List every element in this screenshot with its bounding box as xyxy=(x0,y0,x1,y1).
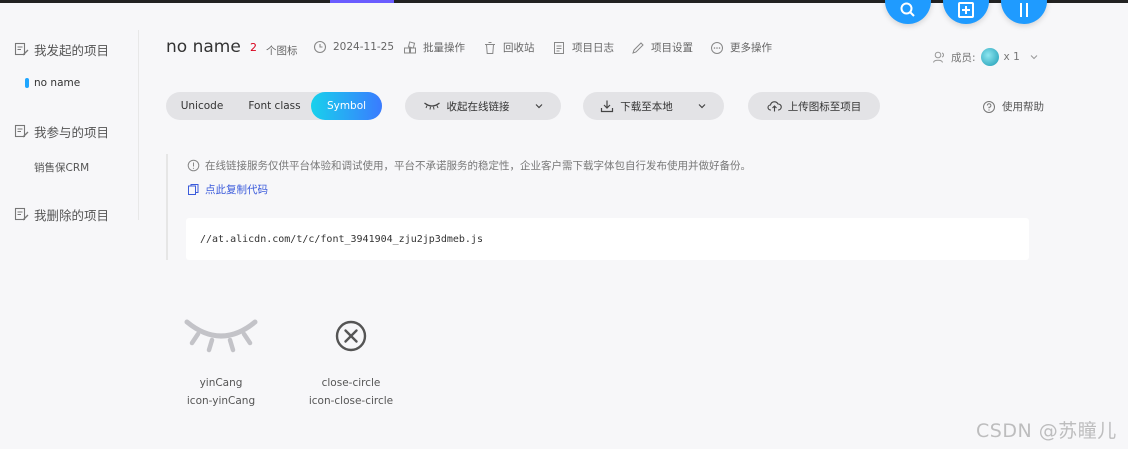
sidebar-deleted-projects[interactable]: 我删除的项目 xyxy=(14,205,109,224)
icon-card-yincang[interactable]: yinCang icon-yinCang xyxy=(156,304,286,407)
created-date-label: 2024-11-25 xyxy=(333,41,395,53)
closed-eye-icon xyxy=(184,319,258,353)
sidebar-item-label: 销售保CRM xyxy=(34,162,90,174)
document-edit-icon xyxy=(14,42,29,56)
sidebar-divider xyxy=(138,30,139,220)
help-link[interactable]: 使用帮助 xyxy=(982,99,1044,114)
service-notice: 在线链接服务仅供平台体验和调试使用，平台不承诺服务的稳定性，企业客户需下载字体包… xyxy=(187,158,751,173)
sidebar-item-crm[interactable]: 销售保CRM xyxy=(34,160,89,175)
icon-name: yinCang xyxy=(199,377,243,389)
icon-name: close-circle xyxy=(321,377,381,389)
close-circle-icon xyxy=(335,320,367,352)
sidebar-deleted-projects-label: 我删除的项目 xyxy=(34,208,110,223)
more-operations-label: 更多操作 xyxy=(730,42,772,54)
info-circle-icon xyxy=(187,159,200,172)
recycle-bin-label: 回收站 xyxy=(503,42,535,54)
document-edit-icon xyxy=(14,124,29,138)
members-count: x 1 xyxy=(1003,51,1020,63)
closed-eye-icon xyxy=(423,102,440,110)
code-snippet-text: //at.alicdn.com/t/c/font_3941904_zju2jp3… xyxy=(200,233,483,245)
batch-operation-button[interactable]: 批量操作 xyxy=(403,40,465,55)
service-notice-text: 在线链接服务仅供平台体验和调试使用，平台不承诺服务的稳定性，企业客户需下载字体包… xyxy=(205,160,751,172)
members-selector[interactable]: 成员: x 1 xyxy=(932,48,1039,66)
top-bar-accent xyxy=(330,0,394,3)
icon-card-close-circle[interactable]: close-circle icon-close-circle xyxy=(286,304,416,407)
icon-preview xyxy=(184,304,258,368)
sidebar-joined-projects-label: 我参与的项目 xyxy=(34,125,110,140)
add-box-icon xyxy=(958,2,974,18)
tab-unicode[interactable]: Unicode xyxy=(166,92,238,120)
project-title: no name xyxy=(166,37,241,57)
cloud-upload-icon xyxy=(767,101,782,112)
pencil-icon xyxy=(632,41,644,54)
toggle-online-link-label: 收起在线链接 xyxy=(446,100,510,113)
sidebar-joined-projects[interactable]: 我参与的项目 xyxy=(14,122,109,141)
grid-icon xyxy=(404,40,416,53)
icon-count: 2 xyxy=(250,41,257,54)
sidebar-my-projects-label: 我发起的项目 xyxy=(34,43,110,58)
project-log-button[interactable]: 项目日志 xyxy=(552,40,614,55)
created-date: 2024-11-25 xyxy=(313,40,394,54)
user-group-icon xyxy=(933,51,944,63)
copy-code-label: 点此复制代码 xyxy=(205,184,268,196)
batch-operation-label: 批量操作 xyxy=(423,42,465,54)
sidebar-item-label: no name xyxy=(34,77,81,89)
chevron-down-icon xyxy=(535,104,542,109)
question-circle-icon xyxy=(983,100,995,113)
icon-preview xyxy=(334,304,368,368)
icon-code: icon-close-circle xyxy=(308,395,394,407)
project-log-label: 项目日志 xyxy=(572,42,614,54)
download-label: 下载至本地 xyxy=(620,100,673,113)
search-icon xyxy=(900,2,915,17)
toggle-online-link-button[interactable]: 收起在线链接 xyxy=(405,92,561,120)
icon-count-unit: 个图标 xyxy=(266,45,298,57)
sort-arrows-icon xyxy=(1020,3,1028,17)
upload-icons-label: 上传图标至项目 xyxy=(787,100,862,113)
upload-icons-button[interactable]: 上传图标至项目 xyxy=(748,92,880,120)
watermark: CSDN @苏瞳儿 xyxy=(976,420,1117,442)
active-marker xyxy=(25,78,29,88)
more-icon xyxy=(711,41,723,54)
member-avatar xyxy=(980,48,999,66)
members-label: 成员: xyxy=(951,51,976,64)
project-settings-button[interactable]: 项目设置 xyxy=(631,40,693,55)
trash-icon xyxy=(485,41,495,54)
more-operations-button[interactable]: 更多操作 xyxy=(710,40,772,55)
add-float-button[interactable] xyxy=(943,0,989,24)
sidebar-item-no-name[interactable]: no name xyxy=(25,77,80,89)
sidebar: 我发起的项目 no name 我参与的项目 销售保CRM 我删除的项目 xyxy=(0,0,140,449)
document-edit-icon xyxy=(14,207,29,221)
tab-symbol[interactable]: Symbol xyxy=(311,92,382,120)
icon-code: icon-yinCang xyxy=(186,395,256,407)
search-float-button[interactable] xyxy=(885,0,931,24)
clock-icon xyxy=(313,40,327,54)
chevron-down-icon xyxy=(698,104,706,109)
panel-left-border xyxy=(166,154,168,260)
document-icon xyxy=(554,41,564,54)
sidebar-my-projects[interactable]: 我发起的项目 xyxy=(14,40,109,59)
format-tabs: Unicode Font class Symbol xyxy=(166,92,382,120)
project-settings-label: 项目设置 xyxy=(651,42,693,54)
copy-icon xyxy=(188,184,199,195)
sort-float-button[interactable] xyxy=(1001,0,1047,24)
code-snippet[interactable]: //at.alicdn.com/t/c/font_3941904_zju2jp3… xyxy=(186,218,1029,260)
download-icon xyxy=(601,100,614,113)
copy-code-link[interactable]: 点此复制代码 xyxy=(187,182,268,197)
help-label: 使用帮助 xyxy=(1002,101,1044,113)
chevron-down-icon xyxy=(1030,55,1038,60)
tab-font-class[interactable]: Font class xyxy=(238,92,311,120)
recycle-bin-button[interactable]: 回收站 xyxy=(483,40,535,55)
download-button[interactable]: 下载至本地 xyxy=(583,92,724,120)
